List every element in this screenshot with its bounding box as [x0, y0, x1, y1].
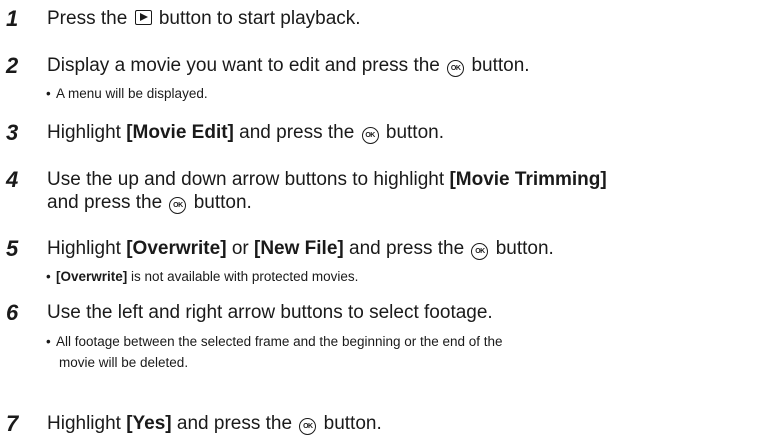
step-text-part: Highlight [47, 238, 121, 259]
step-text-part: and press the [47, 192, 163, 213]
step-text: Use the up and down arrow buttons to hig… [47, 168, 607, 191]
note-text: All footage between the selected frame a… [56, 334, 503, 349]
step-text-part: or [231, 238, 249, 259]
step-number: 3 [6, 120, 19, 145]
menu-item-label: [Movie Trimming] [449, 169, 607, 190]
step-number: 4 [6, 167, 19, 192]
step-note: • [Overwrite] is not available with prote… [46, 269, 359, 284]
ok-button-icon: OK [447, 60, 465, 77]
step-text-part: and press the [239, 122, 355, 143]
menu-item-label: [Overwrite] [56, 269, 128, 284]
step-text-part: Press the [47, 8, 128, 29]
step-text-part: and press the [176, 413, 293, 434]
step-text-part: Highlight [47, 122, 121, 143]
step-text-line2: and press the OK button. [47, 191, 252, 214]
step-number: 2 [6, 53, 19, 78]
menu-item-label: [Movie Edit] [126, 122, 234, 143]
note-text: is not available with protected movies. [131, 269, 359, 284]
ok-button-icon: OK [169, 197, 187, 214]
step-text-part: button. [193, 192, 252, 213]
step-note-line2: movie will be deleted. [59, 355, 189, 370]
playback-icon [134, 10, 152, 25]
step-text-part: button. [385, 122, 444, 143]
ok-button-icon: OK [471, 243, 489, 260]
step-text-part: Display a movie you want to edit and pre… [47, 55, 440, 76]
step-text: Use the left and right arrow buttons to … [47, 302, 493, 323]
step-text: Display a movie you want to edit and pre… [47, 54, 530, 77]
step-text-part: button. [495, 238, 554, 259]
step-text-part: button. [471, 55, 530, 76]
ok-button-icon: OK [361, 127, 379, 144]
ok-button-icon: OK [299, 418, 317, 435]
step-text-part: button to start playback. [158, 8, 361, 29]
menu-item-label: [Yes] [126, 413, 172, 434]
menu-item-label: [New File] [254, 238, 344, 259]
menu-item-label: [Overwrite] [126, 238, 227, 259]
step-text: Highlight [Yes] and press the OK button. [47, 412, 382, 435]
step-number: 7 [6, 411, 19, 436]
note-text: A menu will be displayed. [56, 86, 208, 101]
step-number: 5 [6, 236, 19, 261]
step-text: Highlight [Movie Edit] and press the OK … [47, 121, 444, 144]
step-text-part: Use the up and down arrow buttons to hig… [47, 169, 445, 190]
step-note: • A menu will be displayed. [46, 86, 208, 101]
step-number: 1 [6, 6, 19, 31]
step-text: Highlight [Overwrite] or [New File] and … [47, 237, 554, 260]
step-text-part: and press the [349, 238, 465, 259]
step-text-part: Highlight [47, 413, 121, 434]
step-note: • All footage between the selected frame … [46, 334, 503, 349]
step-text: Press the button to start playback. [47, 7, 361, 30]
step-number: 6 [6, 300, 19, 325]
step-text-part: button. [323, 413, 382, 434]
